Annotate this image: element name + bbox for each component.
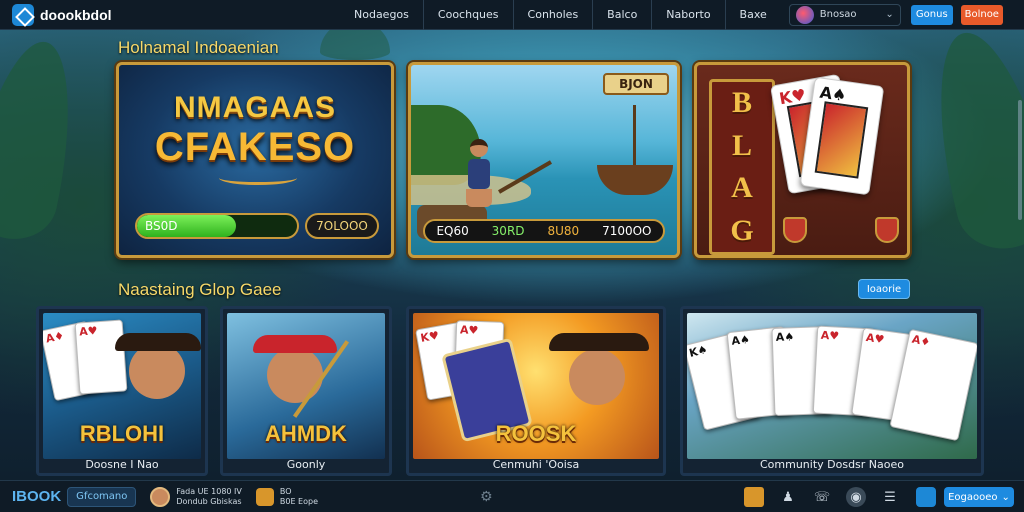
language-select[interactable]: Eogaooeo ⌄ bbox=[944, 487, 1014, 507]
nav-item-2[interactable]: Coochques bbox=[424, 0, 514, 30]
game-card-4[interactable]: K♠ A♠ A♠ A♥ A♥ A♦ Community Dosdsr Naoeo bbox=[680, 306, 984, 476]
chevron-down-icon: ⌄ bbox=[1001, 491, 1010, 503]
hat bbox=[115, 333, 201, 351]
chat-icon[interactable] bbox=[916, 487, 936, 507]
jackpot-bar: BS0D 7OLOOO bbox=[135, 213, 379, 239]
letter: A bbox=[731, 171, 753, 205]
bot-icon[interactable]: ⚙ bbox=[480, 489, 493, 505]
boat bbox=[597, 165, 673, 195]
bottom-bar: IBOOK Gfcomano Fada UE 1080 IV Dondub Gb… bbox=[0, 480, 1024, 512]
game-label: Goonly bbox=[286, 458, 326, 471]
game-card-1[interactable]: A♦ A♥ RBLOHI Doosne I Nao bbox=[36, 306, 208, 476]
user-icon[interactable]: ♟ bbox=[778, 487, 798, 507]
game-art: K♥ A♥ ROOSK bbox=[413, 313, 659, 459]
game-label: Doosne I Nao bbox=[85, 458, 159, 471]
letter: B bbox=[731, 86, 752, 120]
game-label: Cenmuhi 'Ooisa bbox=[492, 458, 580, 471]
menu-icon[interactable]: ☰ bbox=[880, 487, 900, 507]
game-art-title: ROOSK bbox=[495, 421, 577, 446]
game-art: K♠ A♠ A♠ A♥ A♥ A♦ bbox=[687, 313, 977, 459]
avatar bbox=[150, 486, 171, 507]
nav-item-5[interactable]: Naborto bbox=[652, 0, 726, 30]
avatar bbox=[795, 5, 814, 24]
footer-icons: ♟ ☏ ◉ ☰ bbox=[744, 487, 900, 507]
game-art-title: RBLOHI bbox=[79, 421, 165, 446]
letter-panel: B L A G bbox=[709, 79, 775, 255]
hat bbox=[253, 335, 337, 353]
stat-4: 7100OO bbox=[602, 224, 652, 238]
game-title-line1: NMAGAAS bbox=[174, 91, 336, 124]
brand-name: doookbdol bbox=[40, 6, 112, 23]
stat-1: EQ60 bbox=[436, 224, 469, 238]
coin-line2: B0E Eope bbox=[279, 496, 318, 506]
stat-2: 30RD bbox=[491, 224, 525, 238]
coin-text: BO B0E Eope bbox=[280, 487, 318, 507]
settings-icon[interactable]: ◉ bbox=[846, 487, 866, 507]
game-card-2[interactable]: AHMDK Goonly bbox=[220, 306, 392, 476]
main-nav: Nodaegos Coochques Conholes Balco Nabort… bbox=[340, 0, 781, 30]
logo-icon bbox=[12, 3, 34, 26]
language-label: Eogaooeo bbox=[948, 491, 998, 503]
nav-item-4[interactable]: Balco bbox=[593, 0, 653, 30]
user-name: Bnosao bbox=[819, 9, 857, 20]
progress-value: BS0D bbox=[145, 219, 178, 233]
jackpot-value: 7OLOOO bbox=[305, 213, 379, 239]
stats-bar: EQ60 30RD 8U80 7100OO bbox=[423, 219, 665, 243]
footer-user-text: Fada UE 1080 IV Dondub Gbiskas bbox=[176, 487, 241, 507]
coin-line1: BO bbox=[279, 486, 292, 496]
game-label: Community Dosdsr Naoeo bbox=[759, 458, 905, 471]
join-button[interactable]: Bolnoe bbox=[960, 4, 1003, 25]
featured-game-1[interactable]: NMAGAAS CFAKESO BS0D 7OLOOO bbox=[116, 62, 394, 258]
nav-item-6[interactable]: Baxe bbox=[726, 0, 781, 30]
login-button[interactable]: Gonus bbox=[910, 4, 953, 25]
game-sign: BJON bbox=[603, 73, 669, 95]
nav-item-1[interactable]: Nodaegos bbox=[340, 0, 424, 30]
game-art: AHMDK bbox=[227, 313, 385, 459]
progress-bar: BS0D bbox=[135, 213, 299, 239]
view-more-button[interactable]: Ioaorie bbox=[858, 279, 910, 299]
coin-icon bbox=[255, 487, 274, 506]
footer-brand[interactable]: IBOOK bbox=[12, 488, 61, 505]
playing-card: A♥ bbox=[74, 319, 128, 395]
character-face bbox=[129, 343, 185, 399]
stat-3: 8U80 bbox=[547, 224, 580, 238]
nav-item-3[interactable]: Conholes bbox=[514, 0, 594, 30]
top-navigation-bar: doookbdol Nodaegos Coochques Conholes Ba… bbox=[0, 0, 1024, 30]
character-face bbox=[267, 347, 323, 403]
featured-section-title: Holnamal Indoaenian bbox=[118, 38, 279, 57]
brand-logo[interactable]: doookbdol bbox=[0, 3, 340, 26]
game-art: A♦ A♥ RBLOHI bbox=[43, 313, 201, 459]
boat-mast bbox=[633, 105, 636, 167]
hat bbox=[549, 333, 649, 351]
footer-user-line1: Fada UE 1080 IV bbox=[176, 486, 242, 496]
scrollbar[interactable] bbox=[1018, 100, 1022, 220]
footer-user-line2: Dondub Gbiskas bbox=[176, 496, 242, 506]
shield-icon bbox=[783, 217, 807, 243]
chevron-down-icon: ⌄ bbox=[885, 9, 894, 20]
wallet-icon[interactable] bbox=[744, 487, 764, 507]
shield-icon bbox=[875, 217, 899, 243]
game-art-title: AHMDK bbox=[265, 421, 347, 446]
fisher-character bbox=[459, 139, 499, 209]
letter: L bbox=[731, 128, 752, 162]
featured-game-2[interactable]: BJON EQ60 30RD 8U80 7100OO bbox=[408, 62, 680, 258]
letter: G bbox=[730, 213, 754, 247]
user-menu[interactable]: Bnosao ⌄ bbox=[788, 3, 901, 26]
footer-user[interactable]: Fada UE 1080 IV Dondub Gbiskas bbox=[150, 486, 242, 507]
more-games-title: Naastaing Glop Gaee bbox=[118, 280, 282, 299]
featured-game-3[interactable]: B L A G K♥ A♠ bbox=[694, 62, 910, 258]
ornament bbox=[219, 171, 297, 185]
game-card-3[interactable]: K♥ A♥ ROOSK Cenmuhi 'Ooisa bbox=[406, 306, 666, 476]
footer-badge[interactable]: Gfcomano bbox=[67, 486, 137, 507]
playing-card: A♠ bbox=[799, 76, 885, 196]
support-icon[interactable]: ☏ bbox=[812, 487, 832, 507]
character-face bbox=[569, 349, 625, 405]
game-title-line2: CFAKESO bbox=[154, 125, 356, 169]
